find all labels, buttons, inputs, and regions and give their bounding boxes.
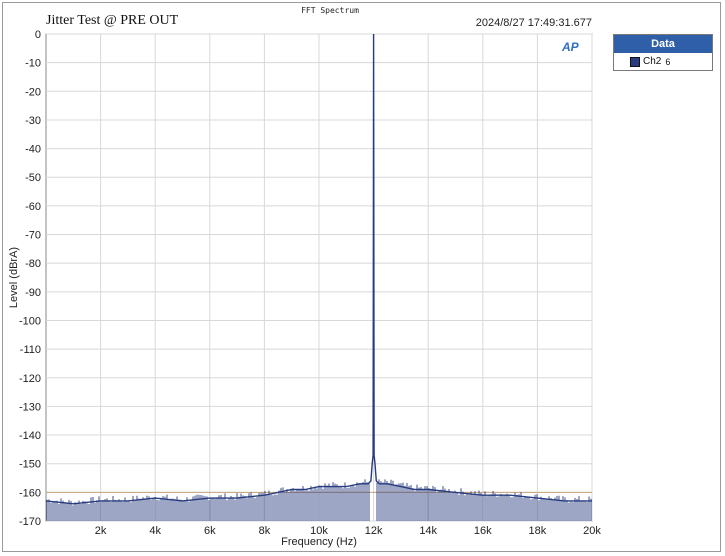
y-tick-label: -40: [25, 144, 41, 156]
y-tick-label: -10: [25, 58, 41, 70]
fft-spectrum-plot: 0 -10 -20 -30 -40 -50 -60 -70 -80 -90 -100 -110 -120…: [8, 29, 601, 548]
legend-swatch: [630, 56, 640, 67]
y-tick-label: -120: [19, 373, 41, 385]
x-tick-label: 14k: [419, 525, 437, 537]
y-tick-label: -90: [25, 287, 41, 299]
y-tick-label: -140: [19, 430, 41, 442]
y-tick-label: -130: [19, 401, 41, 413]
y-tick-label: -170: [19, 516, 41, 528]
legend-title: Data: [614, 35, 712, 53]
y-tick-label: -100: [19, 315, 41, 327]
y-tick-label: -60: [25, 201, 41, 213]
y-tick-label: -110: [20, 344, 41, 356]
x-tick-label: 2k: [95, 525, 107, 537]
y-tick-label: -80: [25, 258, 41, 270]
x-tick-label: 8k: [259, 525, 271, 537]
legend: Data Ch2 6: [613, 34, 713, 71]
y-tick-label: -70: [25, 230, 41, 242]
y-axis-label: Level (dBrA): [8, 247, 20, 308]
x-tick-label: 16k: [474, 525, 492, 537]
x-axis-label: Frequency (Hz): [281, 536, 357, 548]
x-tick-label: 20k: [583, 525, 601, 537]
ap-logo-icon: AP: [562, 40, 579, 54]
y-tick-label: -20: [25, 86, 41, 98]
x-tick-label: 12k: [365, 525, 383, 537]
x-tick-label: 18k: [529, 525, 547, 537]
x-tick-label: 6k: [204, 525, 216, 537]
x-tick-label: 4k: [149, 525, 161, 537]
legend-entry[interactable]: Ch2 6: [614, 53, 712, 70]
y-tick-label: -150: [19, 459, 41, 471]
legend-entry-number: 6: [665, 56, 671, 67]
y-tick-label: -30: [25, 115, 41, 127]
y-tick-label: -160: [19, 487, 41, 499]
y-tick-label: 0: [35, 29, 41, 41]
legend-entry-name: Ch2: [643, 56, 662, 67]
y-tick-label: -50: [25, 172, 41, 184]
